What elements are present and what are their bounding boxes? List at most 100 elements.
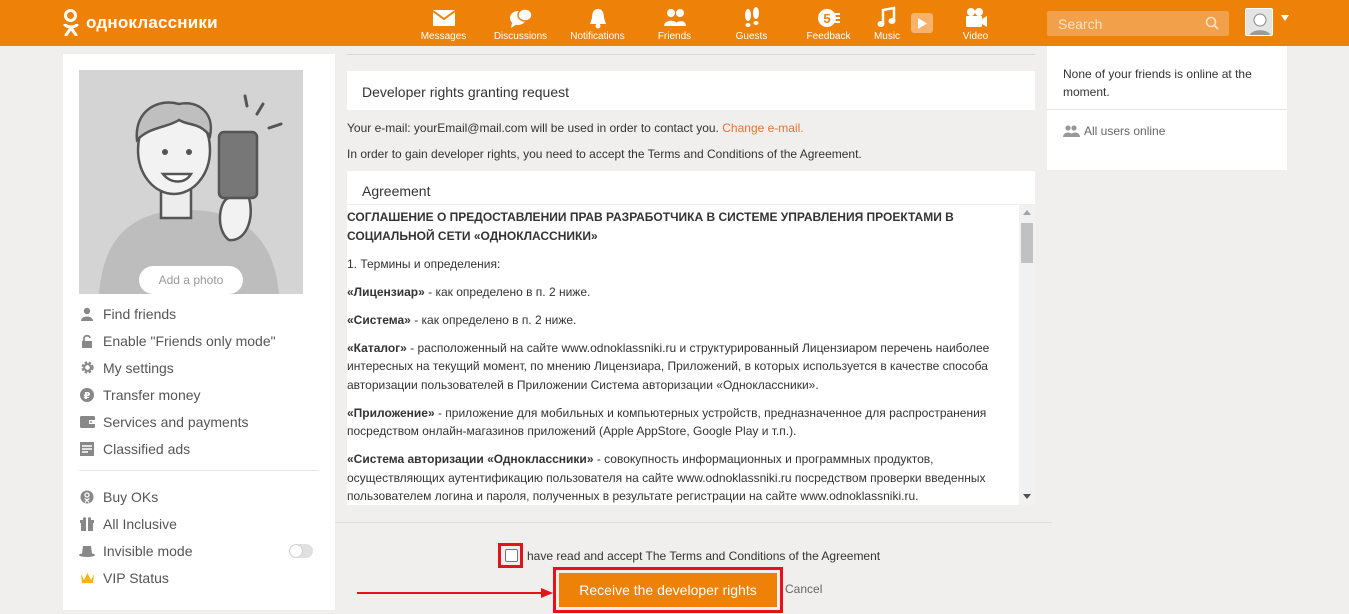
agreement-scrollbox[interactable]: СОГЛАШЕНИЕ О ПРЕДОСТАВЛЕНИИ ПРАВ РАЗРАБО… <box>347 205 1035 505</box>
menu-invisible-mode[interactable]: Invisible mode <box>79 537 329 564</box>
profile-photo[interactable]: Add a photo <box>79 70 303 294</box>
search-box <box>1047 11 1229 36</box>
menu-buy-oks[interactable]: Buy OKs <box>79 483 329 510</box>
menu-friends-only-mode[interactable]: Enable "Friends only mode" <box>79 327 329 354</box>
nav-friends[interactable]: Friends <box>636 0 713 46</box>
menu-divider <box>79 470 319 471</box>
nav-label: Video <box>962 31 989 42</box>
agreement-definition: «Система авторизации «Одноклассники» - с… <box>347 452 986 503</box>
nav-label: Feedback <box>806 31 851 42</box>
divider <box>347 54 1035 55</box>
terms-intro: In order to gain developer rights, you n… <box>347 147 862 161</box>
friends-icon <box>663 9 686 26</box>
logo[interactable]: одноклассники <box>62 9 218 37</box>
accept-area: have read and accept The Terms and Condi… <box>335 522 1052 614</box>
menu-label: All Inclusive <box>103 515 177 532</box>
menu-transfer-money[interactable]: ₽ Transfer money <box>79 381 329 408</box>
accept-terms-checkbox[interactable] <box>505 549 518 562</box>
main-content: Developer rights granting request Your e… <box>335 46 1052 614</box>
nav-guests[interactable]: Guests <box>713 0 790 46</box>
avatar-placeholder-illustration <box>79 70 303 294</box>
play-icon <box>911 13 933 33</box>
user-avatar[interactable] <box>1245 8 1273 36</box>
nav-messages[interactable]: Messages <box>405 0 482 46</box>
page-title: Developer rights granting request <box>347 71 1035 110</box>
agreement-definition: «Приложение» - приложение для мобильных … <box>347 405 987 439</box>
menu-all-inclusive[interactable]: All Inclusive <box>79 510 329 537</box>
button-highlight: Receive the developer rights <box>553 567 783 613</box>
agreement-definition: «Каталог» - расположенный на сайте www.o… <box>347 340 990 392</box>
nav-video[interactable]: Video <box>937 0 1014 46</box>
scroll-up-icon[interactable] <box>1023 210 1031 215</box>
nav-music[interactable]: Music <box>867 0 907 46</box>
menu-label: Services and payments <box>103 413 249 430</box>
menu-find-friends[interactable]: Find friends <box>79 300 329 327</box>
search-icon[interactable] <box>1205 16 1219 30</box>
gift-icon <box>79 516 95 532</box>
main-nav: Messages Discussions Notifications Frien… <box>405 0 1014 46</box>
menu-label: Find friends <box>103 305 177 322</box>
discussions-icon <box>509 8 533 28</box>
menu-label: Transfer money <box>103 386 201 403</box>
receive-developer-rights-button[interactable]: Receive the developer rights <box>559 573 777 607</box>
chevron-down-icon[interactable] <box>1281 15 1289 21</box>
agreement-text: СОГЛАШЕНИЕ О ПРЕДОСТАВЛЕНИИ ПРАВ РАЗРАБО… <box>347 205 1017 505</box>
agreement-title: Agreement <box>347 171 1035 204</box>
scrollbar-thumb[interactable] <box>1021 223 1033 263</box>
crown-icon <box>79 570 95 586</box>
hat-icon <box>79 543 95 559</box>
wallet-icon <box>79 414 95 430</box>
profile-menu: Find friends Enable "Friends only mode" … <box>79 300 329 462</box>
ok-coin-icon <box>79 489 95 505</box>
nav-discussions[interactable]: Discussions <box>482 0 559 46</box>
menu-label: VIP Status <box>103 569 169 586</box>
gear-icon <box>79 360 95 376</box>
agreement-section-title: 1. Термины и определения: <box>347 256 501 271</box>
agreement-scrollbar[interactable] <box>1019 205 1035 505</box>
divider <box>1047 109 1287 110</box>
nav-label: Music <box>873 31 901 42</box>
menu-label: Buy OKs <box>103 488 159 505</box>
menu-settings[interactable]: My settings <box>79 354 329 381</box>
person-icon <box>79 306 95 322</box>
nav-label: Guests <box>735 31 768 42</box>
change-email-link[interactable]: Change e-mail. <box>722 121 803 135</box>
cancel-button[interactable]: Cancel <box>785 582 822 596</box>
messages-icon <box>431 10 456 26</box>
left-panel: Add a photo Find friends Enable "Friends… <box>63 54 335 610</box>
footprints-icon <box>744 7 759 27</box>
all-users-online-label: All users online <box>1084 124 1166 138</box>
nav-music-play[interactable] <box>907 0 937 46</box>
agreement-definition: «Система» - как определено в п. 2 ниже. <box>347 312 577 327</box>
menu-vip-status[interactable]: VIP Status <box>79 564 329 591</box>
users-icon <box>1063 125 1080 137</box>
ok-logo-icon <box>62 9 80 37</box>
nav-label: Notifications <box>570 31 625 42</box>
menu-services-payments[interactable]: Services and payments <box>79 408 329 435</box>
menu-label: My settings <box>103 359 174 376</box>
ruble-icon: ₽ <box>79 387 95 403</box>
checkbox-highlight <box>498 543 523 568</box>
nav-notifications[interactable]: Notifications <box>559 0 636 46</box>
right-panel: None of your friends is online at the mo… <box>1047 46 1287 170</box>
all-users-online-link[interactable]: All users online <box>1063 124 1165 138</box>
nav-label: Discussions <box>493 31 548 42</box>
email-info-text: Your e-mail: yourEmail@mail.com will be … <box>347 121 719 135</box>
invisible-mode-toggle[interactable] <box>289 543 313 558</box>
top-bar: одноклассники Messages Discussions Notif… <box>0 0 1349 46</box>
nav-label: Friends <box>657 31 692 42</box>
menu-classified-ads[interactable]: Classified ads <box>79 435 329 462</box>
ads-icon <box>79 441 95 457</box>
agreement-heading: СОГЛАШЕНИЕ О ПРЕДОСТАВЛЕНИИ ПРАВ РАЗРАБО… <box>347 210 954 243</box>
logo-text: одноклассники <box>86 13 218 32</box>
search-input[interactable] <box>1047 11 1197 36</box>
accept-terms-label[interactable]: have read and accept The Terms and Condi… <box>527 549 880 563</box>
nav-feedback[interactable]: 5 Feedback <box>790 0 867 46</box>
friends-online-status: None of your friends is online at the mo… <box>1063 67 1252 99</box>
menu-label: Enable "Friends only mode" <box>103 332 276 349</box>
add-photo-button[interactable]: Add a photo <box>139 266 243 294</box>
svg-text:5: 5 <box>823 11 830 26</box>
menu-label: Classified ads <box>103 440 191 457</box>
scroll-down-icon[interactable] <box>1023 494 1031 499</box>
bell-icon <box>589 9 606 29</box>
